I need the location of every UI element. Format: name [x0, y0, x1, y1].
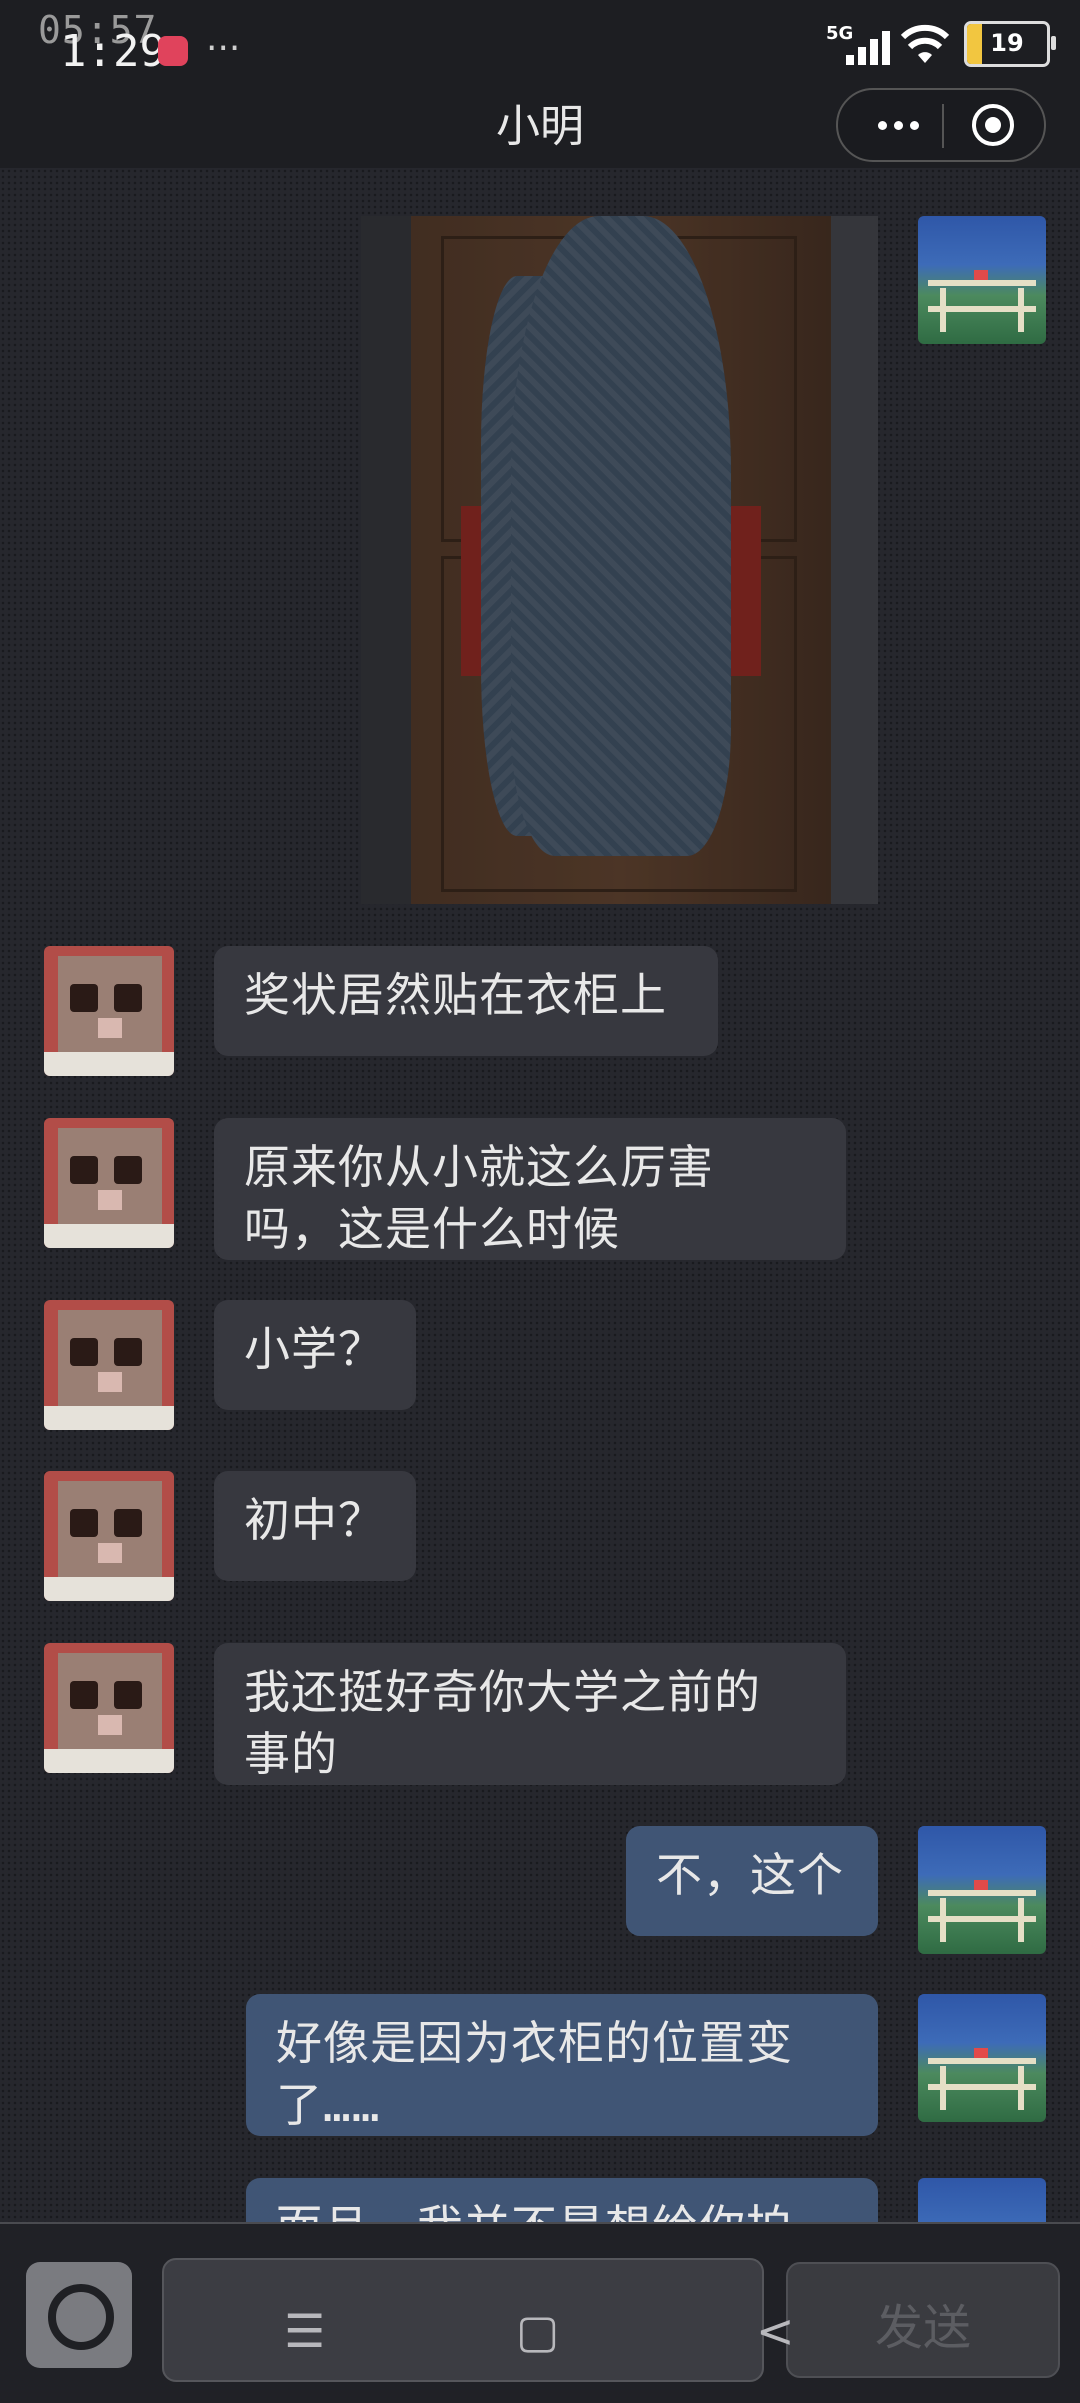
contact-avatar[interactable] [44, 1643, 174, 1773]
nav-home-icon[interactable]: ▢ [516, 2304, 559, 2358]
chat-area[interactable]: 奖状居然贴在衣柜上 原来你从小就这么厉害 吗，这是什么时候 小学？ 初中？ 我还… [0, 168, 1080, 2222]
message-bubble-right[interactable]: 好像是因为衣柜的位置变 了…… [246, 1994, 878, 2136]
my-avatar[interactable] [918, 1826, 1046, 1954]
network-type: 5G [826, 23, 854, 44]
title-bar: 小明 [0, 88, 1080, 168]
battery-icon: 19 [964, 21, 1056, 67]
message-text-line: 了…… [276, 2078, 381, 2132]
message-bubble-right[interactable]: 不，这个 [626, 1826, 878, 1936]
contact-avatar[interactable] [44, 1471, 174, 1601]
message-text-line: 我还挺好奇你大学之前的 [244, 1665, 761, 1719]
capsule-divider [942, 104, 944, 148]
message-text: 小学？ [244, 1322, 385, 1376]
wifi-icon [900, 24, 950, 63]
status-bar: 05:57 1:29 ··· 5G 19 [0, 0, 1080, 100]
message-text: 而且，我并不是想给你拍 [276, 2200, 793, 2222]
app-notification-icon [158, 36, 188, 66]
message-text: 奖状居然贴在衣柜上 [244, 968, 667, 1022]
message-input[interactable] [162, 2258, 764, 2382]
my-avatar[interactable] [918, 216, 1046, 344]
message-bubble-left[interactable]: 小学？ [214, 1300, 416, 1410]
message-text-line: 好像是因为衣柜的位置变 [276, 2016, 793, 2070]
close-target-icon[interactable] [972, 104, 1014, 146]
status-more-text: ··· [206, 28, 241, 69]
send-button[interactable]: 发送 [786, 2262, 1060, 2378]
my-avatar[interactable] [918, 2178, 1046, 2222]
nav-menu-icon[interactable]: ☰ [284, 2304, 325, 2358]
status-right-group: 5G 19 [826, 14, 1056, 74]
message-text: 初中？ [244, 1493, 385, 1547]
message-text: 不，这个 [656, 1848, 844, 1902]
message-bubble-left[interactable]: 原来你从小就这么厉害 吗，这是什么时候 [214, 1118, 846, 1260]
status-time: 1:29 [60, 26, 166, 77]
input-bar: 发送 ☰ ▢ < [0, 2222, 1080, 2403]
message-bubble-right[interactable]: 而且，我并不是想给你拍 [246, 2178, 878, 2222]
message-bubble-left[interactable]: 我还挺好奇你大学之前的 事的 [214, 1643, 846, 1785]
my-avatar[interactable] [918, 1994, 1046, 2122]
contact-avatar[interactable] [44, 1300, 174, 1430]
more-icon[interactable] [868, 108, 928, 142]
message-text-line: 吗，这是什么时候 [244, 1202, 620, 1256]
message-bubble-left[interactable]: 奖状居然贴在衣柜上 [214, 946, 718, 1056]
camera-button[interactable] [26, 2262, 132, 2368]
signal-icon: 5G [826, 19, 890, 69]
message-text-line: 原来你从小就这么厉害 [244, 1140, 714, 1194]
chat-photo[interactable] [361, 216, 878, 904]
mini-program-capsule [836, 88, 1046, 162]
battery-level: 19 [990, 29, 1024, 57]
message-bubble-left[interactable]: 初中？ [214, 1471, 416, 1581]
message-text-line: 事的 [244, 1727, 338, 1781]
contact-avatar[interactable] [44, 946, 174, 1076]
contact-avatar[interactable] [44, 1118, 174, 1248]
send-button-label: 发送 [874, 2300, 971, 2356]
nav-back-icon[interactable]: < [756, 2304, 795, 2358]
